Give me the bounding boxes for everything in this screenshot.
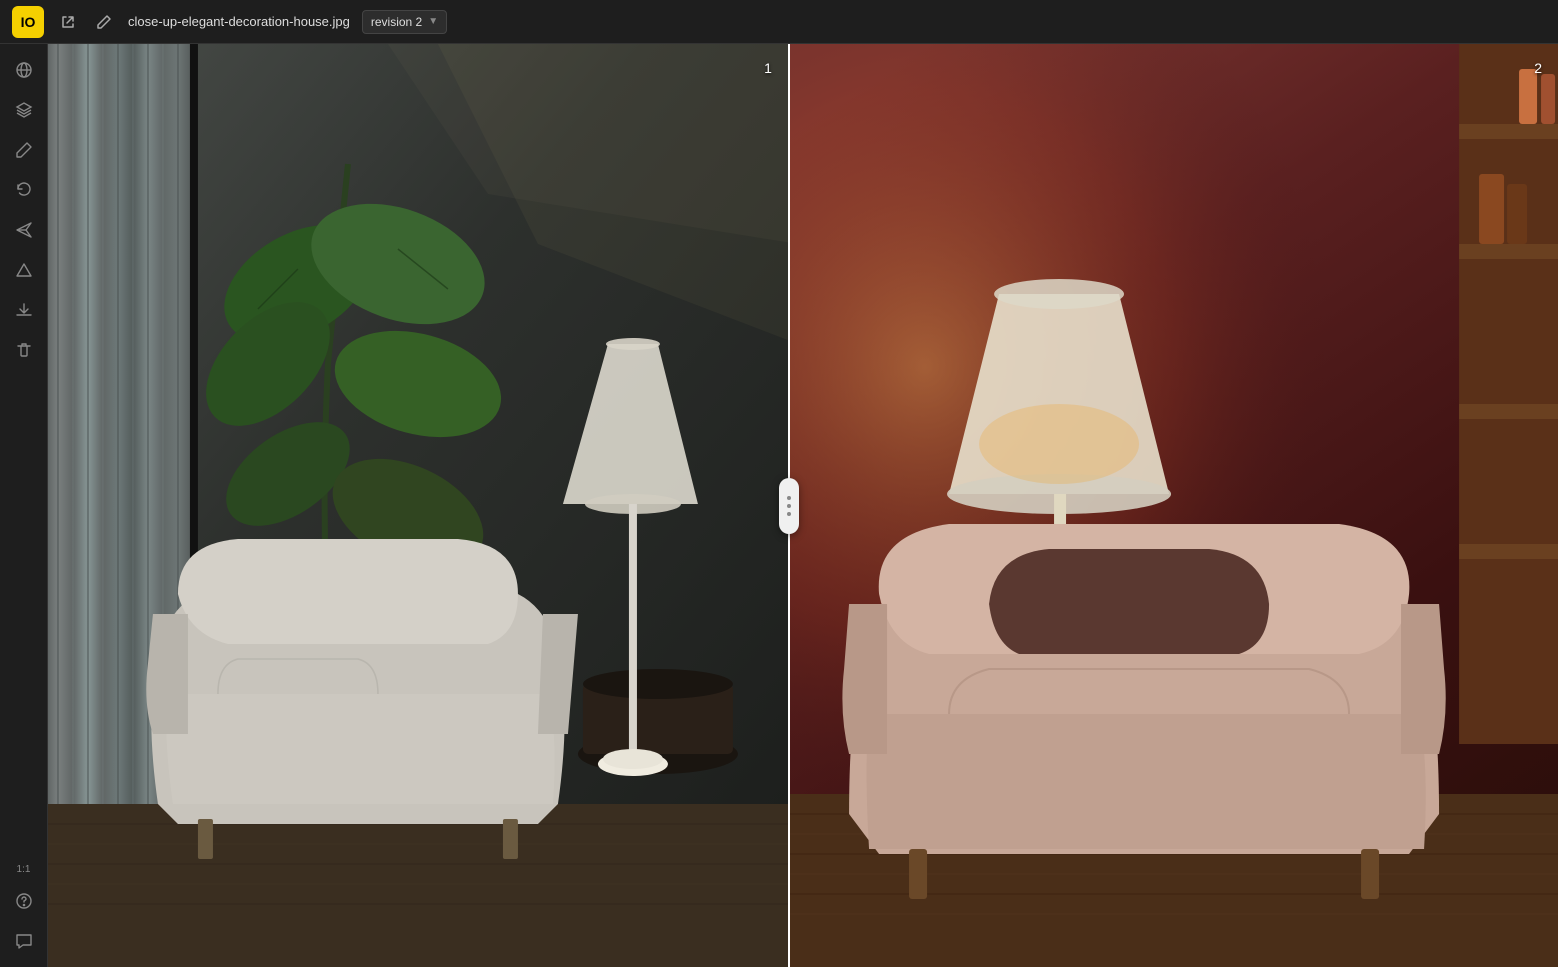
sidebar-item-pen[interactable] (6, 132, 42, 168)
sidebar-item-undo[interactable] (6, 172, 42, 208)
sidebar-item-download[interactable] (6, 292, 42, 328)
external-link-icon[interactable] (56, 10, 80, 34)
sidebar-item-globe[interactable] (6, 52, 42, 88)
logo-badge[interactable]: IO (12, 6, 44, 38)
comparison-divider[interactable] (788, 44, 790, 967)
room-svg-right (790, 44, 1558, 967)
room-svg-left (48, 44, 788, 967)
panel-left-number: 1 (764, 60, 772, 76)
panel-right-number: 2 (1534, 60, 1542, 76)
sidebar-item-trash[interactable] (6, 332, 42, 368)
divider-handle[interactable] (779, 478, 799, 534)
topbar: IO close-up-elegant-decoration-house.jpg… (0, 0, 1558, 44)
sidebar-item-chat[interactable] (6, 923, 42, 959)
main-area: 1:1 (0, 44, 1558, 967)
sidebar-item-send[interactable] (6, 212, 42, 248)
revision-dropdown[interactable]: revision 2 ▼ (362, 10, 447, 34)
sidebar-item-help[interactable] (6, 883, 42, 919)
chevron-down-icon: ▼ (428, 16, 438, 27)
divider-dot-3 (787, 512, 791, 516)
sidebar-item-layers[interactable] (6, 92, 42, 128)
comparison-container: 1 (48, 44, 1558, 967)
panel-right: 2 (790, 44, 1558, 967)
file-name[interactable]: close-up-elegant-decoration-house.jpg (128, 14, 350, 29)
canvas-area: 1 (48, 44, 1558, 967)
divider-dot-1 (787, 496, 791, 500)
sidebar: 1:1 (0, 44, 48, 967)
zoom-label[interactable]: 1:1 (13, 860, 35, 879)
sidebar-item-triangle[interactable] (6, 252, 42, 288)
panel-left: 1 (48, 44, 788, 967)
divider-dot-2 (787, 504, 791, 508)
edit-icon[interactable] (92, 10, 116, 34)
revision-label: revision 2 (371, 15, 422, 29)
